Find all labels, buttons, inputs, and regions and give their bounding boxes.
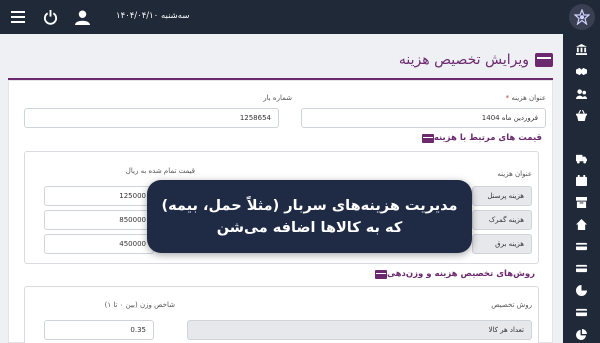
sidebar-item-shipping[interactable] <box>563 149 600 167</box>
allocation-title: روش‌های تخصیص هزینه و وزن‌دهی <box>371 269 535 279</box>
calendar-icon <box>576 174 587 186</box>
tooltip-line-2: که به کالاها اضافه می‌شن <box>216 219 403 236</box>
box-icon <box>576 196 587 208</box>
user-icon[interactable] <box>72 7 92 27</box>
cost-row-name[interactable]: هزینه برق <box>472 234 532 254</box>
method-label: روش تخصیص <box>491 301 532 309</box>
card-icon <box>576 264 587 272</box>
logo-icon[interactable] <box>569 4 595 30</box>
load-number-label: شماره بار <box>263 94 292 102</box>
cost-row-price[interactable]: 125000 <box>44 186 154 206</box>
sidebar-item-reports[interactable] <box>563 281 600 299</box>
allocation-box: روش تخصیص شاخص وزن (بین ۰ تا ۱) تعداد هر… <box>24 286 539 343</box>
top-bar: سه‌شنبه ۱۴۰۴/۰۴/۱۰ <box>0 0 600 34</box>
sidebar-item-deals[interactable] <box>563 62 600 80</box>
chart-pie-icon <box>576 284 587 296</box>
card-icon <box>576 308 587 316</box>
sidebar-item-users[interactable] <box>563 84 600 102</box>
sidebar-item-accounts[interactable] <box>563 303 600 321</box>
pie-chart-icon <box>576 328 587 340</box>
home-icon <box>576 218 587 230</box>
bank-icon <box>576 43 587 55</box>
cost-row-name[interactable]: هزینه گمرک <box>472 210 532 230</box>
truck-icon <box>576 154 587 164</box>
load-number-input[interactable]: 1258654 <box>24 108 279 128</box>
cost-row-name[interactable]: هزینه پرسنل <box>472 186 532 206</box>
col-cost-title: عنوان هزینه <box>497 170 532 178</box>
users-icon <box>576 88 587 99</box>
card-icon <box>375 269 388 279</box>
weight-label: شاخص وزن (بین ۰ تا ۱) <box>104 301 175 309</box>
sidebar-item-bank[interactable] <box>563 40 600 58</box>
power-icon[interactable] <box>40 7 60 27</box>
sidebar-item-home[interactable] <box>563 215 600 233</box>
current-date: سه‌شنبه ۱۴۰۴/۰۴/۱۰ <box>116 11 190 21</box>
basket-icon <box>576 109 587 121</box>
sidebar-item-payments[interactable] <box>563 259 600 277</box>
col-price: قیمت تمام شده به ریال <box>125 167 195 175</box>
sidebar-item-basket[interactable] <box>563 106 600 124</box>
related-costs-title: قیمت های مرتبط با هزینه <box>418 133 542 143</box>
cost-title-label: عنوان هزینه * <box>505 94 546 102</box>
sidebar-item-calendar[interactable] <box>563 171 600 189</box>
page-title: ویرایش تخصیص هزینه <box>398 52 529 68</box>
card-icon <box>421 133 434 143</box>
cost-row-price[interactable]: 850000 <box>44 210 154 230</box>
sidebar-item-cards[interactable] <box>563 237 600 255</box>
card-icon <box>535 53 553 67</box>
page-header: ویرایش تخصیص هزینه <box>8 42 553 78</box>
sidebar <box>563 34 600 343</box>
tooltip-line-1: مدیریت هزینه‌های سربار (مثلاً حمل، بیمه) <box>161 197 458 214</box>
sidebar-item-products[interactable] <box>563 193 600 211</box>
cost-title-input[interactable]: فروردین ماه 1404 <box>301 108 546 128</box>
menu-icon[interactable] <box>8 7 28 27</box>
sidebar-item-analytics[interactable] <box>563 325 600 343</box>
card-icon <box>576 242 587 250</box>
handshake-icon <box>576 67 587 75</box>
feature-tooltip: مدیریت هزینه‌های سربار (مثلاً حمل، بیمه)… <box>147 180 472 253</box>
weight-input[interactable]: 0.35 <box>44 320 154 340</box>
method-select[interactable]: تعداد هر کالا <box>187 320 532 340</box>
cost-row-price[interactable]: 450000 <box>44 234 154 254</box>
